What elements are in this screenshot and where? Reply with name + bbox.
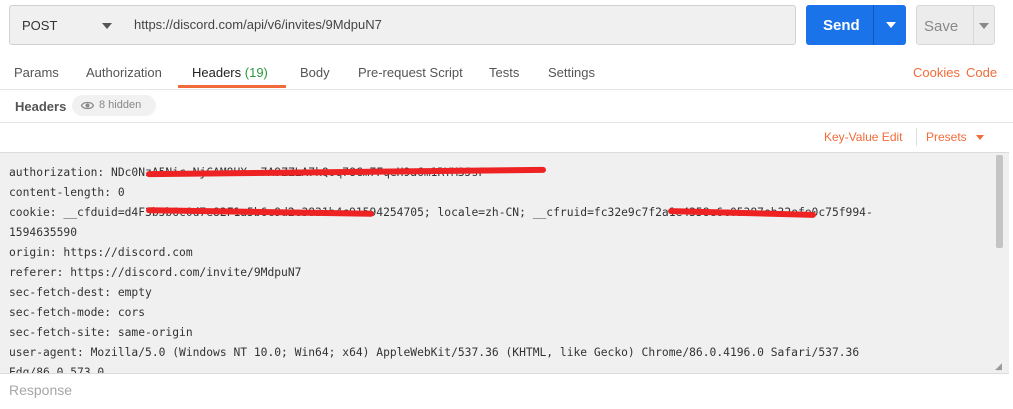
hidden-headers-toggle[interactable]: 8 hidden bbox=[72, 95, 156, 116]
send-label: Send bbox=[823, 17, 860, 34]
method-select[interactable]: POST bbox=[9, 5, 125, 45]
tab-body[interactable]: Body bbox=[300, 65, 330, 80]
header-line: sec-fetch-site: same-origin bbox=[9, 326, 193, 339]
save-divider bbox=[973, 6, 974, 44]
save-button[interactable]: Save bbox=[916, 5, 995, 45]
header-line: sec-fetch-dest: empty bbox=[9, 286, 152, 299]
headers-subbar: Headers 8 hidden bbox=[0, 90, 1013, 122]
tab-headers[interactable]: Headers (19) bbox=[192, 65, 268, 80]
header-line: origin: https://discord.com bbox=[9, 246, 193, 259]
header-line: 1594635590 bbox=[9, 226, 78, 239]
tab-authorization[interactable]: Authorization bbox=[86, 65, 162, 80]
headers-title: Headers bbox=[15, 99, 67, 114]
save-options-chevron-icon[interactable] bbox=[979, 23, 989, 29]
header-line: user-agent: Mozilla/5.0 (Windows NT 10.0… bbox=[9, 346, 860, 359]
code-link[interactable]: Code bbox=[966, 65, 997, 80]
active-tab-indicator bbox=[178, 85, 286, 88]
eye-icon bbox=[81, 101, 94, 110]
tab-headers-label: Headers bbox=[192, 65, 242, 80]
url-input[interactable]: https://discord.com/api/v6/invites/9Mdpu… bbox=[124, 5, 796, 45]
header-line: Edg/86.0.573.0 bbox=[9, 366, 105, 374]
request-bar: POST https://discord.com/api/v6/invites/… bbox=[0, 0, 1013, 52]
tab-params[interactable]: Params bbox=[14, 65, 59, 80]
header-line: referer: https://discord.com/invite/9Mdp… bbox=[9, 266, 302, 279]
presets-chevron-icon[interactable] bbox=[976, 135, 984, 140]
editor-scrollbar[interactable] bbox=[996, 155, 1005, 371]
header-line: sec-fetch-mode: cors bbox=[9, 306, 146, 319]
send-button[interactable]: Send bbox=[806, 5, 906, 45]
chevron-down-icon bbox=[102, 23, 112, 29]
method-label: POST bbox=[22, 18, 58, 33]
response-panel: Response bbox=[0, 375, 1013, 409]
response-title: Response bbox=[9, 382, 73, 398]
tab-tests[interactable]: Tests bbox=[489, 65, 519, 80]
tab-settings[interactable]: Settings bbox=[548, 65, 595, 80]
request-tabs: Params Authorization Headers (19) Body P… bbox=[0, 56, 1013, 89]
resize-grip-icon[interactable]: ◢ bbox=[995, 361, 1002, 372]
headers-bulk-editor[interactable]: authorization: NDc0NzA5Nic NjCAM8HX. 7A9… bbox=[0, 152, 1009, 374]
header-line: content-length: 0 bbox=[9, 186, 125, 199]
scrollbar-thumb[interactable] bbox=[996, 155, 1003, 248]
bulk-lines: authorization: NDc0NzA5Nic NjCAM8HX. 7A9… bbox=[9, 163, 994, 374]
send-options-chevron-icon[interactable] bbox=[886, 22, 896, 28]
hidden-headers-label: 8 hidden bbox=[99, 99, 142, 111]
save-label: Save bbox=[924, 18, 959, 35]
send-divider bbox=[873, 5, 874, 45]
bulk-edit-toolbar: Key-Value Edit Presets bbox=[0, 123, 1013, 152]
key-value-edit-link[interactable]: Key-Value Edit bbox=[824, 130, 903, 144]
toolbar-separator bbox=[916, 128, 917, 146]
cookies-link[interactable]: Cookies bbox=[913, 65, 960, 80]
presets-dropdown[interactable]: Presets bbox=[926, 130, 967, 144]
tab-pre-request-script[interactable]: Pre-request Script bbox=[358, 65, 463, 80]
tab-headers-count: (19) bbox=[244, 65, 268, 80]
